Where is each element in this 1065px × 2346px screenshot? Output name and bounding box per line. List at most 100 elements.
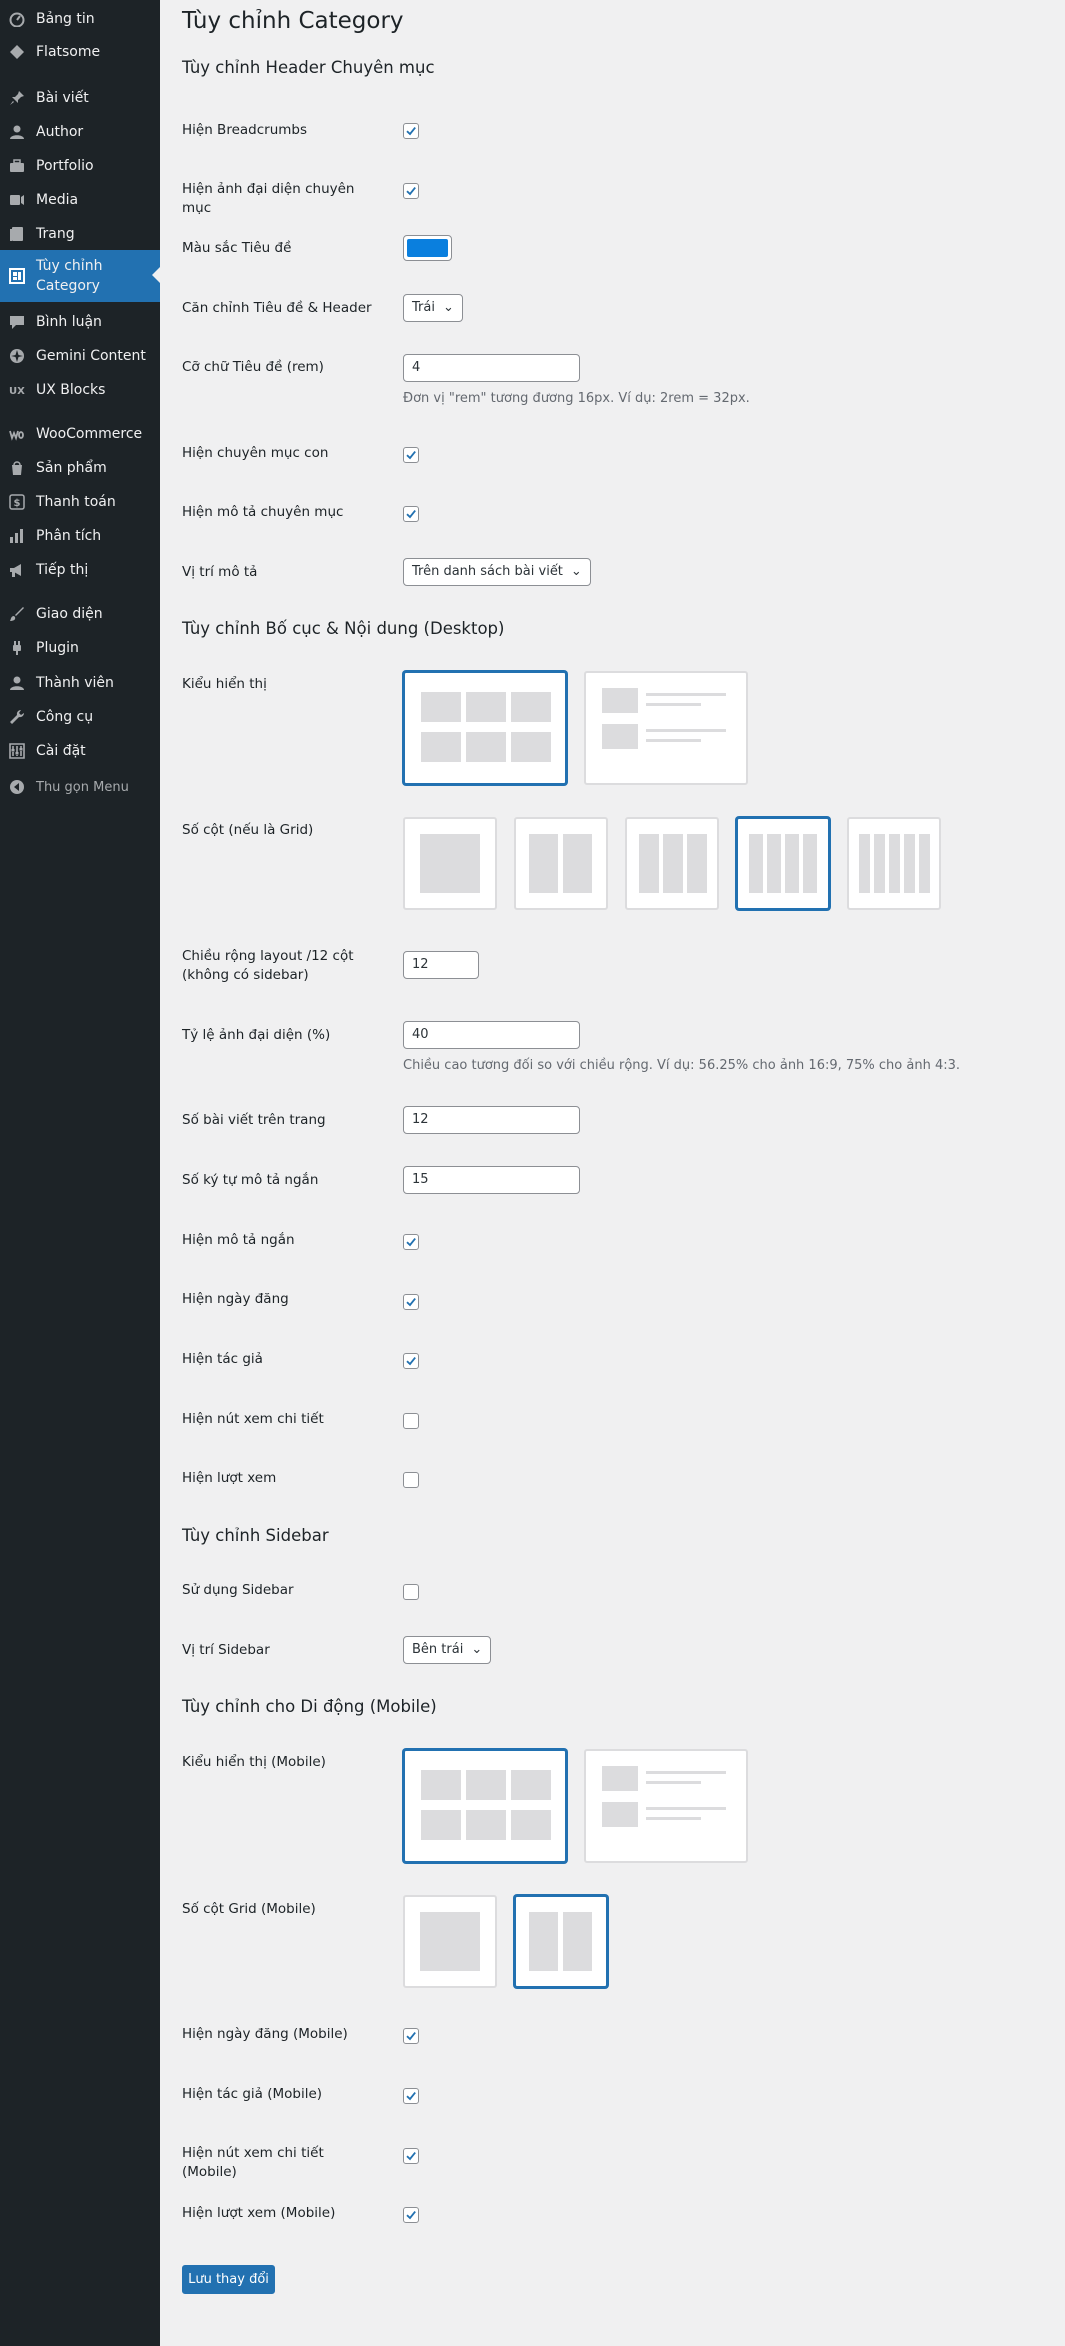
sidebar-item-dashboard[interactable]: Bảng tin — [0, 2, 160, 36]
chevron-down-icon: ⌄ — [442, 300, 454, 315]
sidebar-item-label: Media — [36, 192, 79, 208]
checkmark-icon — [406, 2152, 416, 2161]
layout-option-grid[interactable] — [403, 671, 567, 785]
sidebar-item-payment[interactable]: $ Thanh toán — [0, 485, 160, 519]
save-button[interactable]: Lưu thay đổi — [182, 2265, 275, 2294]
sidebar-item-product[interactable]: Sản phẩm — [0, 451, 160, 485]
label-show-excerpt: Hiện mô tả ngắn — [182, 1232, 295, 1248]
chevron-down-icon: ⌄ — [570, 564, 582, 579]
sidebar-item-label: UX Blocks — [36, 382, 106, 398]
select-title-align[interactable]: Trái ⌄ — [403, 294, 463, 322]
settings-icon — [9, 743, 25, 759]
sidebar-item-appearance[interactable]: Giao diện — [0, 597, 160, 631]
input-layout-width[interactable]: 12 — [403, 951, 479, 979]
label-title-size: Cỡ chữ Tiêu đề (rem) — [182, 359, 324, 375]
checkbox-show-cat-image[interactable] — [403, 183, 419, 199]
dashboard-icon — [9, 11, 25, 27]
checkbox-show-subcats[interactable] — [403, 447, 419, 463]
sidebar-item-label: Flatsome — [36, 44, 101, 60]
input-excerpt-length[interactable]: 15 — [403, 1166, 580, 1194]
m-layout-option-list[interactable] — [584, 1749, 748, 1863]
label-show-breadcrumbs: Hiện Breadcrumbs — [182, 122, 308, 138]
checkbox-show-cat-desc[interactable] — [403, 506, 419, 522]
checkbox-show-readmore[interactable] — [403, 1413, 419, 1429]
column-option-1[interactable] — [403, 817, 497, 910]
marketing-icon — [9, 562, 25, 578]
label-show-readmore: Hiện nút xem chi tiết — [182, 1411, 324, 1427]
sidebar-item-analytics[interactable]: Phân tích — [0, 519, 160, 553]
sidebar-item-layout[interactable]: Tùy chỉnh Category — [0, 250, 160, 302]
sidebar-item-page[interactable]: Trang — [0, 217, 160, 251]
sidebar-item-comment[interactable]: Bình luận — [0, 305, 160, 339]
m-column-option-1[interactable] — [403, 1895, 497, 1988]
sidebar-item-label: Bình luận — [36, 314, 102, 330]
column-option-3[interactable] — [625, 817, 719, 910]
sidebar-item-label: Thành viên — [36, 675, 114, 691]
sidebar-item-label: WooCommerce — [36, 426, 143, 442]
sidebar-item-gemini[interactable]: Gemini Content — [0, 339, 160, 373]
layout-option-list[interactable] — [584, 671, 748, 785]
sidebar-item-user[interactable]: Author — [0, 115, 160, 149]
input-image-ratio[interactable]: 40 — [403, 1021, 580, 1049]
gemini-icon — [9, 348, 25, 364]
checkbox-m-show-date[interactable] — [403, 2028, 419, 2044]
input-title-size[interactable]: 4 — [403, 354, 580, 382]
checkmark-icon — [406, 2032, 416, 2041]
column-option-4[interactable] — [736, 817, 830, 910]
sidebar-item-portfolio[interactable]: Portfolio — [0, 149, 160, 183]
users-icon — [9, 675, 25, 691]
sidebar-item-label: Cài đặt — [36, 743, 86, 759]
m-layout-option-grid[interactable] — [403, 1749, 567, 1863]
checkbox-use-sidebar[interactable] — [403, 1584, 419, 1600]
sidebar-item-marketing[interactable]: Tiếp thị — [0, 553, 160, 587]
flatsome-icon — [9, 44, 25, 60]
sidebar-item-blocks[interactable]: UX UX Blocks — [0, 373, 160, 407]
svg-text:UX: UX — [9, 386, 25, 397]
label-desc-position: Vị trí mô tả — [182, 564, 258, 580]
media-icon — [9, 192, 25, 208]
column-option-2[interactable] — [514, 817, 608, 910]
pin-icon — [9, 90, 25, 106]
sidebar-item-label: Tiếp thị — [36, 562, 89, 578]
checkbox-show-breadcrumbs[interactable] — [403, 123, 419, 139]
checkbox-show-date[interactable] — [403, 1294, 419, 1310]
checkmark-icon — [406, 510, 416, 519]
sidebar-item-label: Bảng tin — [36, 11, 95, 27]
sidebar-item-plugin[interactable]: Plugin — [0, 631, 160, 665]
checkbox-show-author[interactable] — [403, 1353, 419, 1369]
label-show-author: Hiện tác giả — [182, 1351, 263, 1367]
sidebar-item-settings[interactable]: Cài đặt — [0, 734, 160, 768]
label-m-show-date: Hiện ngày đăng (Mobile) — [182, 2026, 348, 2042]
label-columns: Số cột (nếu là Grid) — [182, 822, 314, 838]
sidebar-item-label: Phân tích — [36, 528, 102, 544]
input-posts-per-page[interactable]: 12 — [403, 1106, 580, 1134]
checkbox-m-show-readmore[interactable] — [403, 2148, 419, 2164]
sidebar-item-collapse[interactable]: Thu gọn Menu — [0, 770, 160, 804]
label-image-ratio: Tỷ lệ ảnh đại diện (%) — [182, 1027, 331, 1043]
select-sidebar-position[interactable]: Bên trái ⌄ — [403, 1636, 492, 1664]
desc-image-ratio: Chiều cao tương đối so với chiều rộng. V… — [403, 1058, 961, 1073]
m-column-option-2[interactable] — [514, 1895, 608, 1988]
checkbox-show-excerpt[interactable] — [403, 1234, 419, 1250]
select-desc-position[interactable]: Trên danh sách bài viết ⌄ — [403, 558, 591, 586]
color-swatch — [407, 239, 448, 257]
checkbox-show-views[interactable] — [403, 1472, 419, 1488]
sidebar-item-users[interactable]: Thành viên — [0, 666, 160, 700]
sidebar-item-woo[interactable]: WooCommerce — [0, 417, 160, 451]
label-display-style: Kiểu hiển thị — [182, 676, 267, 692]
label-m-show-readmore: Hiện nút xem chi tiết (Mobile) — [182, 2145, 324, 2180]
checkbox-m-show-views[interactable] — [403, 2207, 419, 2223]
sidebar-item-media[interactable]: Media — [0, 183, 160, 217]
sidebar-item-pin[interactable]: Bài viết — [0, 81, 160, 115]
label-show-cat-image: Hiện ảnh đại diện chuyên mục — [182, 181, 355, 216]
label-excerpt-length: Số ký tự mô tả ngắn — [182, 1172, 319, 1188]
checkbox-m-show-author[interactable] — [403, 2088, 419, 2104]
column-option-5[interactable] — [847, 817, 941, 910]
label-show-cat-desc: Hiện mô tả chuyên mục — [182, 504, 344, 520]
sidebar-item-flatsome[interactable]: Flatsome — [0, 35, 160, 69]
color-picker-title[interactable] — [403, 235, 452, 261]
sidebar-item-tools[interactable]: Công cụ — [0, 700, 160, 734]
sidebar-item-label: Trang — [36, 226, 75, 242]
checkmark-icon — [406, 187, 416, 196]
label-show-subcats: Hiện chuyên mục con — [182, 445, 329, 461]
